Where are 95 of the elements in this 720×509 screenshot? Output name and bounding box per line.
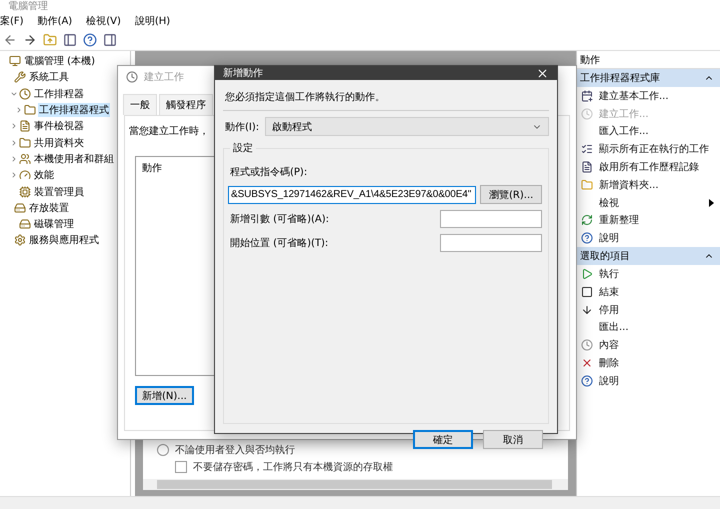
submenu-arrow-icon xyxy=(709,198,714,207)
instruction-text: 您必須指定這個工作將執行的動作。 xyxy=(223,88,549,111)
tree-item[interactable]: 共用資料夾 xyxy=(33,136,85,150)
calendar-icon xyxy=(581,90,593,102)
tree-item[interactable]: 本機使用者和群組 xyxy=(33,152,115,166)
folder-icon xyxy=(19,136,31,149)
help-icon xyxy=(581,374,593,387)
tree-item[interactable]: 裝置管理員 xyxy=(33,184,85,199)
action-item[interactable]: 說明 xyxy=(577,372,720,390)
instruction-text: 當您建立工作時， xyxy=(129,124,209,138)
action-item[interactable]: 新增資料夾... xyxy=(577,176,720,194)
folder-icon xyxy=(581,178,593,191)
program-field[interactable]: &SUBSYS_12971462&REV_A1\4&5E23E97&0&00E4" xyxy=(228,186,476,204)
action-item[interactable]: 建立基本工作... xyxy=(577,87,720,105)
browse-button[interactable]: 瀏覽(R)... xyxy=(480,185,542,204)
drive-icon xyxy=(19,218,31,230)
action-item[interactable]: 刪除 xyxy=(577,354,720,372)
tree-item[interactable]: 事件檢視器 xyxy=(33,119,85,134)
start-in-field[interactable] xyxy=(440,234,542,252)
group-title: 設定 xyxy=(230,141,256,155)
arguments-field[interactable] xyxy=(440,210,542,228)
arrow-down-icon xyxy=(581,304,593,316)
tree-item[interactable]: 系統工具 xyxy=(28,70,70,84)
menu-item[interactable]: 動作(A) xyxy=(38,14,72,28)
dialog-title: 新增動作 xyxy=(223,66,263,80)
document-icon xyxy=(581,161,593,174)
expand-chevron-icon[interactable] xyxy=(10,122,18,130)
expand-chevron-icon[interactable] xyxy=(10,154,18,163)
clock-icon xyxy=(19,88,31,100)
tree-item[interactable]: 存放裝置 xyxy=(28,200,70,215)
tree-item[interactable]: 效能 xyxy=(33,168,55,182)
chip-icon xyxy=(19,186,31,198)
action-item[interactable]: 執行 xyxy=(577,265,720,283)
clock-icon xyxy=(581,108,593,120)
clock-icon xyxy=(126,71,138,83)
action-item[interactable]: 重新整理 xyxy=(577,212,720,230)
expand-chevron-icon[interactable] xyxy=(10,138,18,147)
field-label: 開始位置 (可省略)(T): xyxy=(229,236,328,250)
tree-item[interactable]: 工作排程器程式 xyxy=(38,103,110,118)
tab[interactable]: 觸發程序 xyxy=(159,94,213,115)
action-item[interactable]: 說明 xyxy=(577,229,720,248)
cancel-button[interactable]: 取消 xyxy=(483,430,543,449)
new-button[interactable]: 新增(N)... xyxy=(135,386,194,405)
gauge-icon xyxy=(19,169,31,182)
section-header[interactable]: 工作排程器程式庫 xyxy=(577,69,720,87)
action-item[interactable]: 顯示所有正在執行的工作 xyxy=(577,140,720,158)
pane-icon[interactable] xyxy=(62,32,78,48)
drive-icon xyxy=(14,202,26,214)
tree-item[interactable]: 服務與應用程式 xyxy=(28,233,100,248)
pane-icon[interactable] xyxy=(102,32,118,48)
field-label: 動作(I): xyxy=(224,120,260,134)
expand-chevron-icon[interactable] xyxy=(15,106,23,114)
field-label: 新增引數 (可省略)(A): xyxy=(229,212,329,226)
field-label: 程式或指令碼(P): xyxy=(229,166,308,179)
window-title: 電腦管理 xyxy=(7,0,49,12)
computer-icon xyxy=(9,55,21,68)
stop-icon xyxy=(581,286,593,298)
dialog-title: 建立工作 xyxy=(144,70,184,84)
document-icon xyxy=(19,120,31,132)
wrench-icon xyxy=(14,71,26,84)
list-icon xyxy=(581,143,593,156)
action-dropdown[interactable]: 啟動程式 xyxy=(265,117,549,136)
delete-icon xyxy=(581,357,593,370)
folder-icon xyxy=(24,104,36,116)
action-item[interactable]: 啟用所有工作歷程記錄 xyxy=(577,158,720,176)
play-icon xyxy=(581,268,593,280)
radio-button[interactable] xyxy=(157,444,169,456)
close-icon[interactable] xyxy=(536,66,549,80)
action-item[interactable]: 結束 xyxy=(577,282,720,301)
tree-item[interactable]: 電腦管理 (本機) xyxy=(23,54,96,68)
action-item[interactable]: 匯出... xyxy=(577,318,720,336)
tree-item[interactable]: 工作排程器 xyxy=(33,86,85,101)
action-item[interactable]: 檢視 xyxy=(577,194,720,212)
menu-item[interactable]: 說明(H) xyxy=(134,14,170,28)
tab[interactable]: 一般 xyxy=(123,94,157,115)
users-icon xyxy=(19,152,31,165)
tree-item[interactable]: 磁碟管理 xyxy=(33,217,75,232)
option-label: 不論使用者登入與否均執行 xyxy=(175,444,295,457)
column-header: 動作 xyxy=(142,163,162,174)
clock-icon xyxy=(581,339,593,352)
action-item[interactable]: 停用 xyxy=(577,300,720,319)
section-header[interactable]: 選取的項目 xyxy=(577,247,720,266)
expand-chevron-icon[interactable] xyxy=(10,171,18,180)
menu-item[interactable]: 案(F) xyxy=(0,14,24,28)
help-icon[interactable] xyxy=(82,32,98,48)
action-item[interactable]: 匯入工作... xyxy=(577,122,720,140)
ok-button[interactable]: 確定 xyxy=(413,430,473,449)
help-icon xyxy=(581,232,593,244)
checkbox[interactable] xyxy=(175,461,187,473)
option-label: 不要儲存密碼，工作將只有本機資源的存取權 xyxy=(193,460,393,474)
gear-icon xyxy=(14,234,26,246)
action-item[interactable]: 內容 xyxy=(577,336,720,354)
horizontal-scrollbar[interactable] xyxy=(143,479,568,490)
refresh-icon xyxy=(581,214,593,226)
menu-item[interactable]: 檢視(V) xyxy=(86,14,121,28)
